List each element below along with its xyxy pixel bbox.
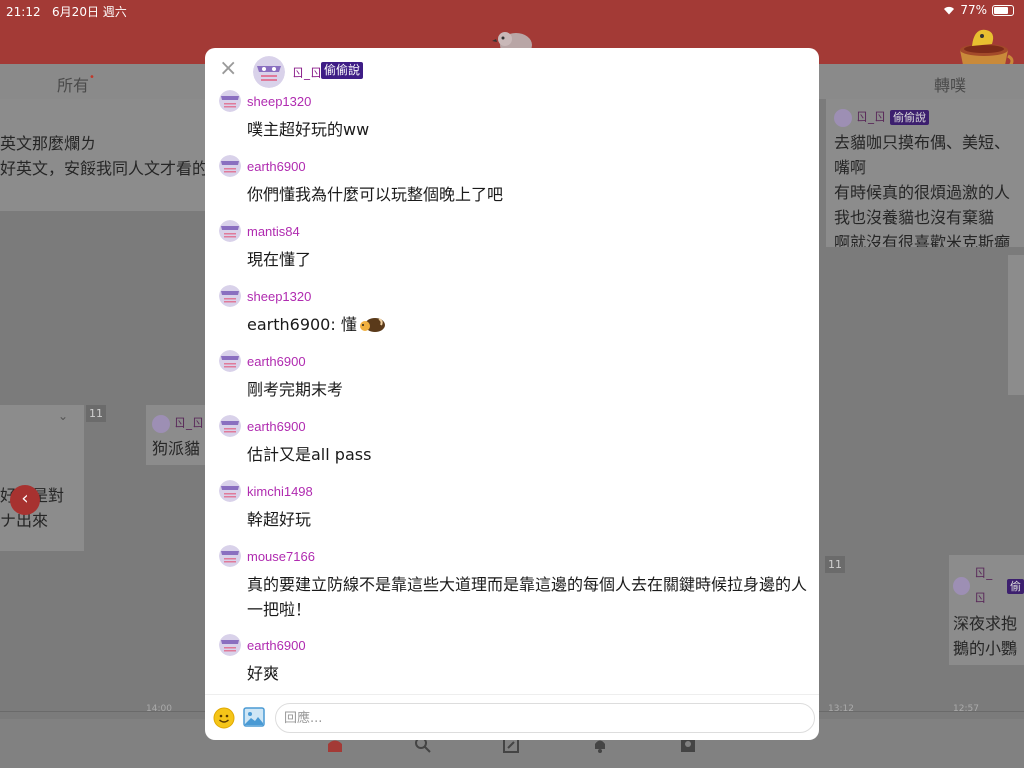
response-text: 好爽 (247, 664, 280, 683)
battery-icon (992, 4, 1014, 16)
battery-percent: 77% (960, 3, 987, 17)
card-username: ㄖ_ㄖ (174, 416, 205, 430)
response-text: 現在懂了 (247, 250, 312, 269)
card-line: 有時候真的很煩過激的人 (834, 183, 1011, 202)
avatar[interactable] (219, 220, 241, 242)
avatar[interactable] (219, 90, 241, 112)
avatar[interactable] (219, 155, 241, 177)
card-line: 啊就沒有很喜歡米克斯癲 (834, 233, 1011, 247)
timeline-card[interactable]: 好？是對 ナ出來 (0, 405, 84, 551)
response-text: 你們懂我為什麼可以玩整個晚上了吧 (247, 185, 504, 204)
wifi-icon (944, 6, 955, 15)
status-date: 6月20日 週六 (52, 5, 127, 19)
response-username[interactable]: earth6900 (247, 159, 306, 174)
tab-all[interactable]: 所有• (57, 72, 95, 96)
card-user: ㄖ_ㄖ 偷 (953, 561, 1024, 611)
response-username[interactable]: sheep1320 (247, 94, 311, 109)
back-arrow-icon[interactable]: ‹ (10, 485, 40, 515)
whisper-badge: 偷偷說 (321, 62, 364, 79)
avatar (953, 577, 971, 595)
modal-header: × ㄖ_ㄖ 偷偷說 (205, 48, 819, 90)
avatar[interactable] (219, 634, 241, 656)
response-username[interactable]: earth6900 (247, 638, 306, 653)
emoji-icon[interactable] (213, 707, 235, 729)
response-text: 幹超好玩 (247, 510, 312, 529)
response-username[interactable]: mouse7166 (247, 549, 315, 564)
response-username[interactable]: earth6900 (247, 354, 306, 369)
timeline-card[interactable]: ㄖ_ㄖ 狗派貓 (146, 405, 206, 465)
close-icon[interactable]: × (219, 58, 237, 80)
response-text: earth6900: 懂 (247, 312, 807, 337)
unread-dot: • (89, 72, 95, 83)
response-username[interactable]: earth6900 (247, 419, 306, 434)
status-right: 77% (943, 3, 1014, 17)
card-username: ㄖ_ㄖ (974, 566, 993, 605)
card-user: ㄖ_ㄖ (152, 411, 206, 436)
card-line: 鵝的小鸚 (953, 639, 1018, 658)
response-text-body: earth6900: 懂 (247, 315, 357, 334)
avatar[interactable] (219, 350, 241, 372)
timeline-time: 12:57 (953, 704, 979, 714)
response-list[interactable]: sheep1320 噗主超好玩的ww earth6900 你們懂我為什麼可以玩整… (205, 90, 819, 694)
card-username: ㄖ_ㄖ (856, 110, 887, 124)
status-bar: 21:12 6月20日 週六 77% (0, 0, 1024, 20)
response-username[interactable]: kimchi1498 (247, 484, 313, 499)
card-line: 深夜求抱 (953, 614, 1018, 633)
response-text: 噗主超好玩的ww (247, 120, 370, 139)
card-line: 狗派貓 (152, 439, 201, 458)
status-time: 21:12 6月20日 週六 (6, 5, 127, 19)
card-line: 英文那麼爛ㄌ (0, 134, 97, 153)
reply-bar (205, 694, 819, 740)
avatar[interactable] (219, 415, 241, 437)
avatar[interactable] (253, 56, 285, 88)
avatar[interactable] (219, 480, 241, 502)
plurk-detail-modal: × ㄖ_ㄖ 偷偷說 sheep1320 噗主超好玩的ww earth6900 你… (205, 48, 819, 740)
card-line: 好英文，安餒我同人文才看的 (0, 159, 209, 178)
bowing-emote-icon (359, 318, 385, 332)
whisper-badge: 偷 (1007, 578, 1024, 594)
card-user: ㄖ_ㄖ 偷偷說 (834, 105, 1024, 130)
whisper-badge: 偷偷說 (890, 110, 930, 125)
avatar[interactable] (219, 285, 241, 307)
response-text: 估計又是all pass (247, 445, 372, 464)
timeline-time: 14:00 (146, 704, 172, 714)
response-count: 11 (825, 556, 845, 573)
timeline-card[interactable]: ㄖ_ㄖ 偷偷說 去貓咖只摸布偶、美短、 嘴啊 有時候真的很煩過激的人 我也沒養貓… (826, 99, 1024, 247)
poster-name: ㄖ_ㄖ (292, 66, 323, 80)
card-line: 嘴啊 (834, 158, 867, 177)
response-username[interactable]: mantis84 (247, 224, 300, 239)
response-text: 剛考完期末考 (247, 380, 344, 399)
card-line: 去貓咖只摸布偶、美短、 (834, 133, 1011, 152)
chevron-down-icon[interactable]: ⌄ (58, 409, 74, 423)
timeline-card[interactable]: 英文那麼爛ㄌ 好英文，安餒我同人文才看的 (0, 99, 220, 211)
card-line: ナ出來 (0, 511, 49, 530)
avatar (834, 108, 852, 127)
response-count: 11 (86, 405, 106, 422)
tab-replurk[interactable]: 轉噗 (934, 72, 966, 96)
avatar[interactable] (219, 545, 241, 567)
image-icon[interactable] (243, 707, 265, 727)
avatar (152, 414, 170, 433)
card-line: 我也沒養貓也沒有棄貓 (834, 208, 995, 227)
timeline-card[interactable] (1008, 255, 1024, 395)
response-text: 真的要建立防線不是靠這些大道理而是靠這邊的每個人去在關鍵時候拉身邊的人一把啦！ (247, 575, 808, 619)
reply-input[interactable] (275, 703, 815, 733)
timeline-card[interactable]: ㄖ_ㄖ 偷 深夜求抱 鵝的小鸚 (949, 555, 1024, 665)
response-username[interactable]: sheep1320 (247, 289, 311, 304)
timeline-time: 13:12 (828, 704, 854, 714)
